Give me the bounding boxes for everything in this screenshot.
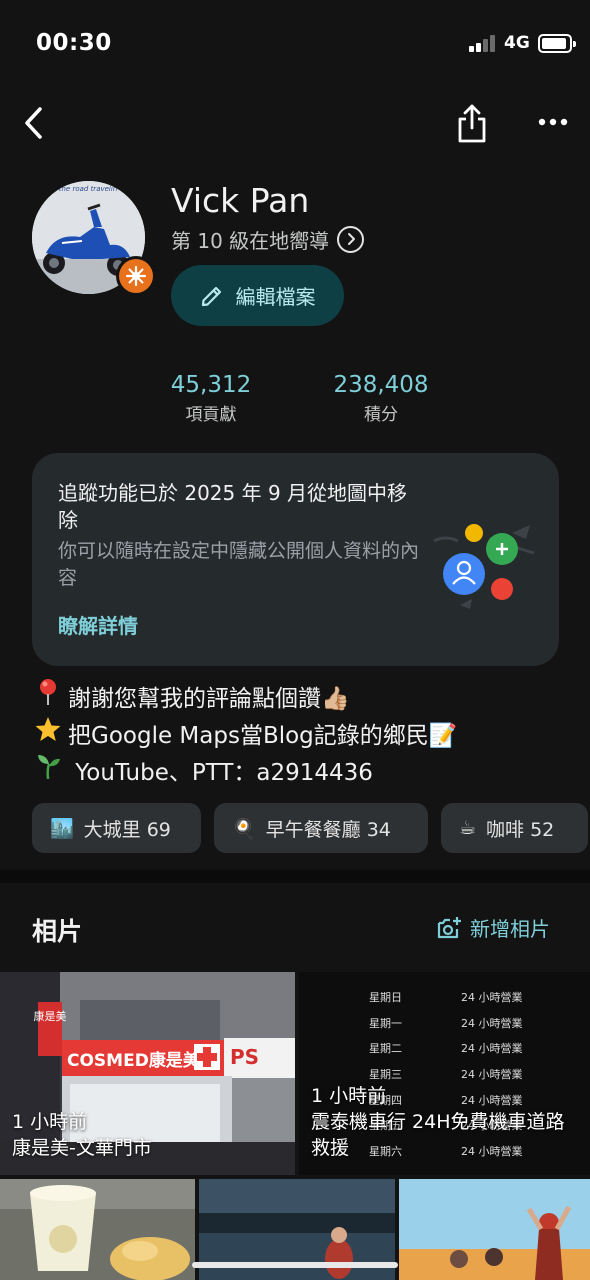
coffee-cup-icon: ☕: [459, 817, 477, 839]
pencil-icon: [201, 286, 221, 306]
profile-bio: 謝謝您幫我的評論點個讚👍🏼 把Google Maps當Blog記錄的鄉民📝 Yo…: [34, 678, 574, 789]
svg-text:the road travelin: the road travelin: [59, 185, 118, 193]
chip-city-area[interactable]: 🏙️ 大城里 69: [32, 803, 201, 853]
edit-profile-label: 編輯檔案: [235, 285, 316, 309]
battery-icon: [538, 34, 576, 53]
network-type: 4G: [504, 33, 530, 53]
cityscape-icon: 🏙️: [50, 817, 74, 840]
bio-line: 謝謝您幫我的評論點個讚👍🏼: [34, 678, 574, 715]
notice-body: 你可以隨時在設定中隱藏公開個人資料的內容: [58, 540, 420, 589]
photo-time: 1 小時前: [311, 1085, 387, 1107]
status-bar: 00:30 4G: [0, 0, 590, 90]
follow-removed-notice-card: 追蹤功能已於 2025 年 9 月從地圖中移除 你可以隨時在設定中隱藏公開個人資…: [32, 453, 559, 666]
seedling-icon: [34, 752, 62, 789]
photo-caption: 1 小時前 康是美-文華門市: [12, 1109, 152, 1161]
hours-row: 星期一 24 小時營業: [369, 1016, 523, 1030]
chip-label: 大城里 69: [83, 818, 171, 841]
local-guide-level-link[interactable]: 第 10 級在地嚮導: [171, 224, 365, 254]
photo-tile-food[interactable]: [0, 1179, 195, 1280]
signal-strength-icon: [469, 35, 497, 52]
share-icon: [458, 104, 486, 143]
profile-name: Vick Pan: [171, 181, 310, 220]
frying-pan-icon: 🍳: [232, 817, 256, 840]
svg-text:PS: PS: [230, 1045, 259, 1069]
hours-row: 星期二 24 小時營業: [369, 1042, 523, 1056]
contributions-label: 項貢獻: [185, 405, 237, 425]
add-photo-icon: [437, 916, 461, 938]
profile-privacy-illustration: [433, 524, 535, 609]
points-label: 積分: [364, 405, 398, 425]
chip-label: 咖啡 52: [486, 818, 555, 841]
photo-place-name: 康是美-文華門市: [12, 1137, 152, 1159]
bio-line: YouTube、PTT：a2914436: [34, 752, 574, 789]
photo-tile-crowd[interactable]: [399, 1179, 590, 1280]
top-nav: [0, 95, 590, 155]
svg-text:COSMED康是美: COSMED康是美: [67, 1050, 201, 1071]
learn-more-link[interactable]: 瞭解詳情: [58, 610, 138, 639]
chevron-right-icon: [337, 225, 365, 253]
bio-line-text: 謝謝您幫我的評論點個讚👍🏼: [68, 686, 350, 712]
local-guide-badge: [116, 256, 156, 296]
hours-row: 星期日 24 小時營業: [369, 990, 523, 1004]
crowd-photo: [399, 1179, 590, 1280]
add-photo-button[interactable]: 新增相片: [436, 913, 550, 942]
edit-profile-button[interactable]: 編輯檔案: [171, 265, 344, 326]
photo-caption: 1 小時前 震泰機車行 24H免費機車道路救援: [311, 1083, 581, 1161]
local-guide-level: 第 10 級在地嚮導: [171, 228, 330, 253]
bio-line: 把Google Maps當Blog記錄的鄉民📝: [34, 715, 574, 752]
more-options-button[interactable]: [534, 107, 574, 137]
contributions-count: 45,312: [170, 372, 252, 398]
back-arrow-icon: [25, 107, 42, 139]
chip-brunch[interactable]: 🍳 早午餐餐廳 34: [214, 803, 428, 853]
photo-place-name: 震泰機車行 24H免費機車道路救援: [311, 1111, 565, 1159]
add-photo-label: 新增相片: [470, 917, 550, 941]
points-count: 238,408: [333, 372, 429, 398]
food-photo: [0, 1179, 195, 1280]
star-icon: [34, 715, 62, 752]
pushpin-icon: [34, 678, 62, 715]
bio-line-text: 把Google Maps當Blog記錄的鄉民📝: [68, 723, 458, 749]
status-time: 00:30: [36, 30, 112, 56]
contributions-stat[interactable]: 45,312 項貢獻: [164, 372, 258, 425]
chip-coffee[interactable]: ☕ 咖啡 52: [441, 803, 588, 853]
photo-tile-cosmed[interactable]: 康是美 COSMED康是美 PS 1 小時前 康是美-文華門市: [0, 972, 295, 1175]
bio-line-text: YouTube、PTT：a2914436: [68, 760, 373, 786]
points-stat[interactable]: 238,408 積分: [322, 372, 440, 425]
svg-text:康是美: 康是美: [34, 1009, 67, 1023]
share-button[interactable]: [452, 101, 492, 145]
photos-section-title: 相片: [32, 917, 83, 946]
starburst-icon: [125, 265, 147, 287]
back-button[interactable]: [18, 103, 54, 143]
chip-label: 早午餐餐廳 34: [265, 818, 391, 841]
photo-time: 1 小時前: [12, 1111, 88, 1133]
home-indicator: [192, 1262, 398, 1268]
notice-title: 追蹤功能已於 2025 年 9 月從地圖中移除: [58, 481, 408, 532]
more-horizontal-icon: [538, 118, 568, 126]
section-divider: [0, 870, 590, 883]
photo-tile-hours[interactable]: 星期日 24 小時營業 星期一 24 小時營業 星期二 24 小時營業 星期三 24 小…: [299, 972, 590, 1175]
